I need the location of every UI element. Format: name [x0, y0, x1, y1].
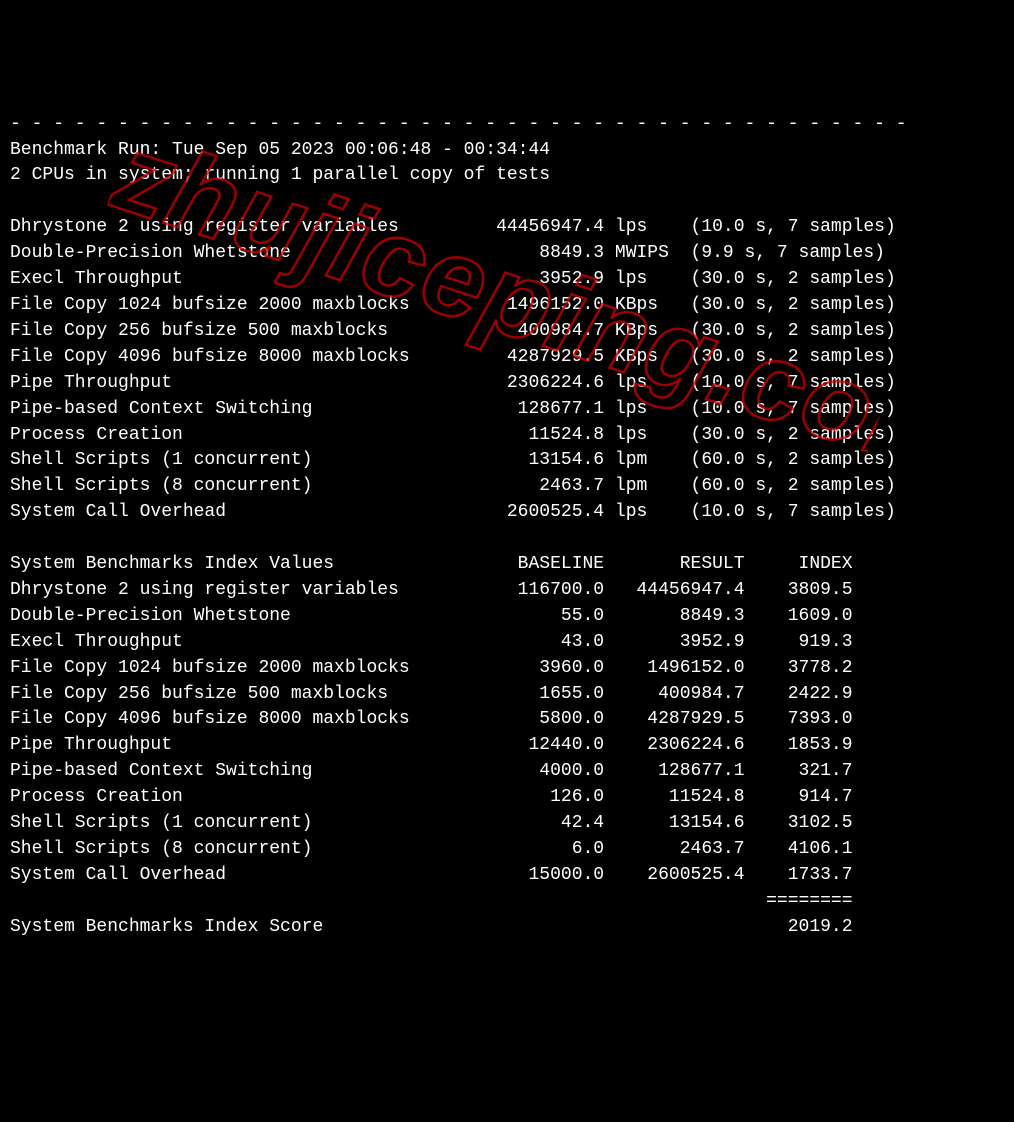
terminal-output: - - - - - - - - - - - - - - - - - - - - … — [10, 112, 1004, 941]
